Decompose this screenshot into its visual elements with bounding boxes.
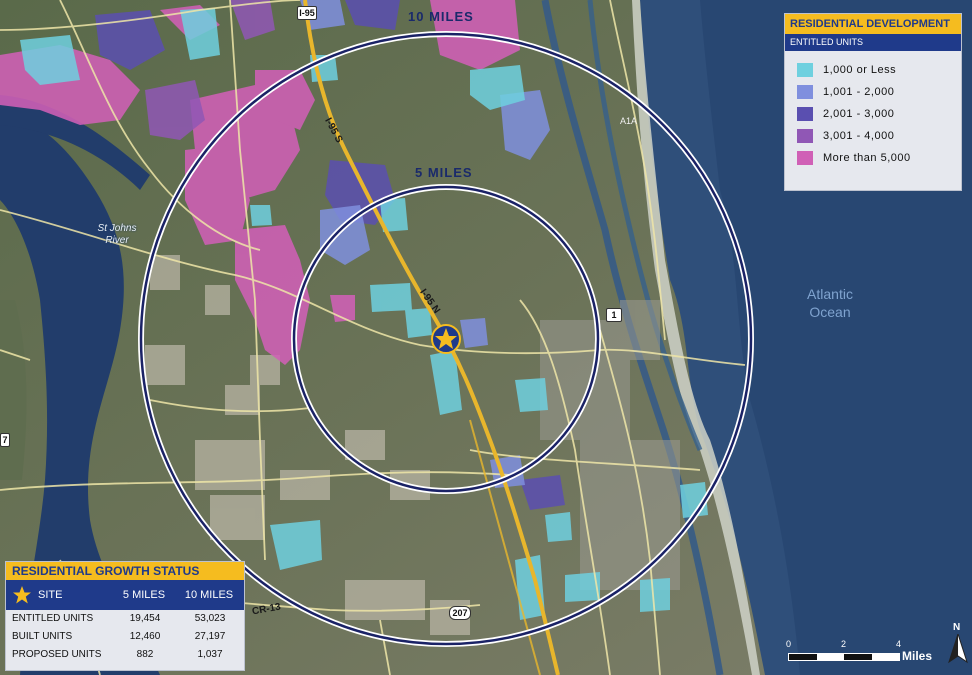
legend-item: 2,001 - 3,000 — [797, 103, 961, 125]
legend-item: 1,000 or Less — [797, 59, 961, 81]
legend-swatch — [797, 63, 813, 77]
north-arrow-icon — [948, 634, 968, 664]
ring-label-10-miles: 10 MILES — [408, 9, 474, 24]
scale-tick-0: 0 — [786, 639, 792, 649]
row-5-miles: 19,454 — [129, 613, 161, 624]
legend-subtitle: ENTITLED UNITS — [785, 34, 961, 51]
star-icon — [13, 586, 31, 604]
growth-status-table: RESIDENTIAL GROWTH STATUS SITE 5 MILES 1… — [5, 561, 245, 671]
row-10-miles: 27,197 — [194, 631, 226, 642]
row-label: PROPOSED UNITS — [12, 649, 102, 660]
north-label: N — [953, 622, 961, 633]
legend-label: 2,001 - 3,000 — [823, 108, 895, 120]
scale-tick-4: 4 — [896, 639, 902, 649]
table-row: PROPOSED UNITS 882 1,037 — [6, 646, 244, 664]
status-col-5-miles: 5 MILES — [122, 589, 166, 601]
scale-bar-graphic — [788, 653, 900, 661]
ring-label-5-miles: 5 MILES — [415, 165, 473, 180]
road-shield-7: 7 — [0, 433, 10, 447]
road-label-a1a: A1A — [620, 116, 638, 126]
row-5-miles: 12,460 — [129, 631, 161, 642]
legend-swatch — [797, 151, 813, 165]
i95-shield: I-95 — [297, 6, 317, 20]
legend-label: 3,001 - 4,000 — [823, 130, 895, 142]
river-label: St Johns River — [97, 223, 137, 246]
status-title: RESIDENTIAL GROWTH STATUS — [6, 562, 244, 580]
table-row: BUILT UNITS 12,460 27,197 — [6, 628, 244, 646]
row-label: ENTITLED UNITS — [12, 613, 94, 624]
legend-label: More than 5,000 — [823, 152, 911, 164]
scale-bar: 0 2 4 Miles — [786, 636, 946, 668]
row-5-miles: 882 — [136, 649, 154, 660]
row-label: BUILT UNITS — [12, 631, 73, 642]
legend: RESIDENTIAL DEVELOPMENT ENTITLED UNITS 1… — [784, 13, 962, 191]
status-col-10-miles: 10 MILES — [184, 589, 234, 601]
legend-item: More than 5,000 — [797, 147, 961, 169]
us1-shield: 1 — [606, 308, 622, 322]
legend-swatch — [797, 107, 813, 121]
ocean-label: Atlantic Ocean — [807, 286, 853, 320]
legend-item: 1,001 - 2,000 — [797, 81, 961, 103]
legend-swatch — [797, 129, 813, 143]
row-10-miles: 53,023 — [194, 613, 226, 624]
legend-title: RESIDENTIAL DEVELOPMENT — [785, 14, 961, 34]
row-10-miles: 1,037 — [197, 649, 223, 660]
sr207-shield: 207 — [449, 606, 471, 620]
legend-label: 1,000 or Less — [823, 64, 897, 76]
status-header-row: SITE 5 MILES 10 MILES — [6, 580, 244, 610]
north-arrow: N — [947, 622, 969, 666]
scale-tick-2: 2 — [841, 639, 847, 649]
legend-label: 1,001 - 2,000 — [823, 86, 895, 98]
site-star-marker — [431, 324, 461, 354]
status-col-site: SITE — [38, 589, 63, 601]
legend-swatch — [797, 85, 813, 99]
scale-unit: Miles — [902, 649, 933, 663]
legend-item: 3,001 - 4,000 — [797, 125, 961, 147]
table-row: ENTITLED UNITS 19,454 53,023 — [6, 610, 244, 628]
